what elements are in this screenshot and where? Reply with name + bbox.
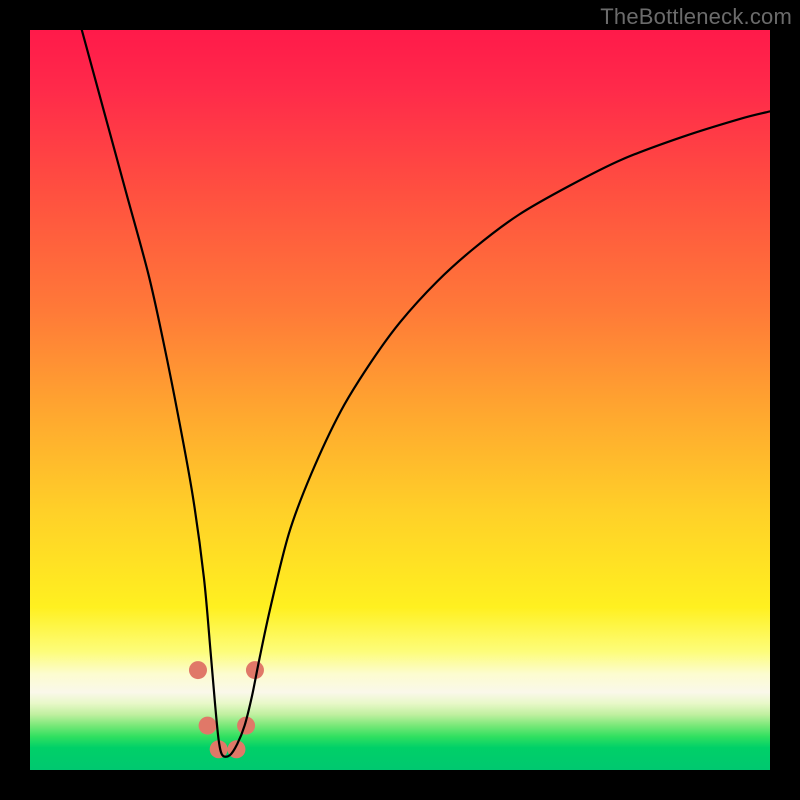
curve-marker <box>189 661 207 679</box>
watermark-text: TheBottleneck.com <box>600 4 792 30</box>
bottleneck-curve <box>82 30 770 757</box>
curve-marker <box>199 717 217 735</box>
chart-svg <box>30 30 770 770</box>
chart-plot-area <box>30 30 770 770</box>
markers-group <box>189 661 264 758</box>
